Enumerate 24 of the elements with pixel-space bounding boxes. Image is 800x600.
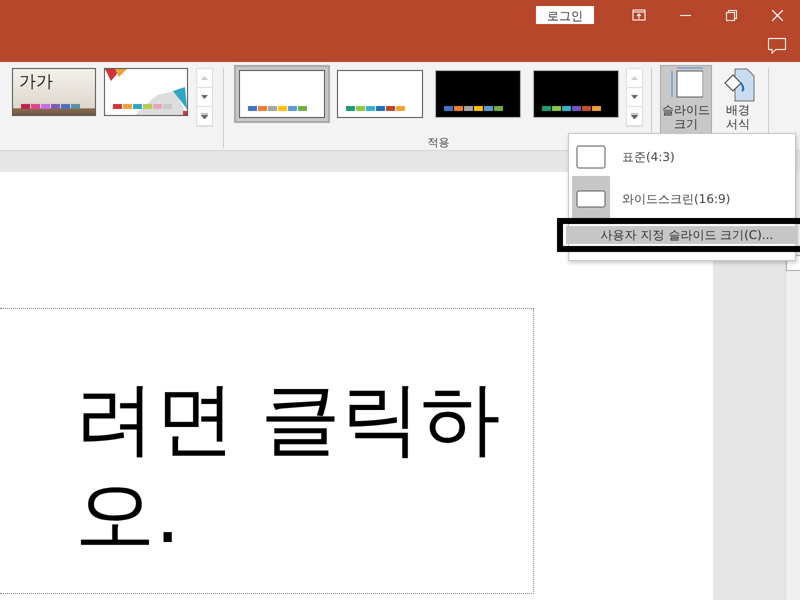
comment-icon[interactable] bbox=[768, 38, 786, 54]
theme-thumbnail[interactable]: 가가 bbox=[12, 68, 96, 116]
more-icon[interactable] bbox=[201, 113, 208, 119]
ribbon-display-icon[interactable] bbox=[632, 9, 646, 21]
theme-preview-text: 가가 bbox=[19, 71, 53, 93]
menu-item[interactable]: 표준(4:3) bbox=[569, 134, 795, 180]
widescreen-slide-icon bbox=[576, 190, 606, 208]
format-background-button[interactable]: 배경 서식 bbox=[712, 65, 764, 135]
slide-title-text: 려면 클릭하 bbox=[75, 371, 500, 467]
title-placeholder[interactable]: 려면 클릭하 오. bbox=[0, 308, 534, 594]
slide-title-text: 오. bbox=[75, 467, 180, 563]
menu-item[interactable]: 사용자 지정 슬라이드 크기(C)... bbox=[566, 226, 798, 244]
restore-icon[interactable] bbox=[726, 10, 736, 20]
theme-thumbnail[interactable] bbox=[104, 68, 188, 116]
more-icon[interactable] bbox=[631, 113, 638, 119]
close-icon[interactable] bbox=[772, 10, 782, 20]
scroll-down-icon[interactable] bbox=[201, 95, 208, 99]
standard-slide-icon bbox=[576, 145, 606, 169]
scroll-down-icon[interactable] bbox=[631, 95, 638, 99]
minimize-icon[interactable] bbox=[680, 14, 690, 16]
slide-size-button[interactable]: 슬라이드 크기 bbox=[660, 65, 712, 135]
variant-thumbnail[interactable] bbox=[234, 65, 330, 123]
login-button[interactable]: 로그인 bbox=[536, 6, 594, 24]
group-label: 적용 bbox=[426, 135, 450, 150]
